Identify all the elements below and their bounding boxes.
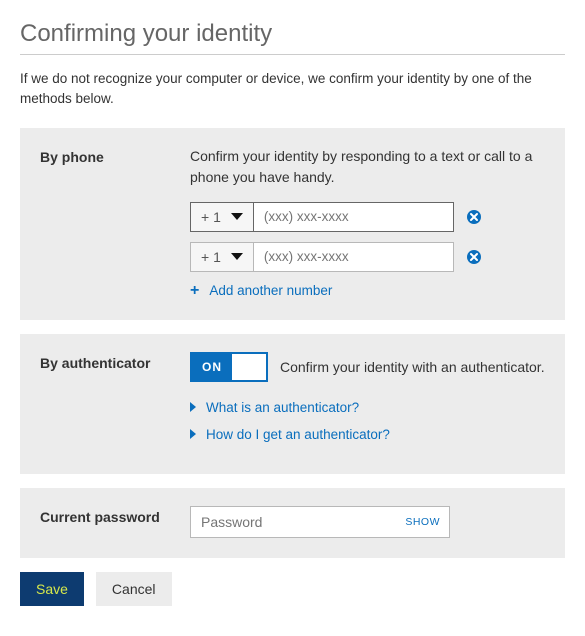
remove-phone-2[interactable] [466, 249, 482, 265]
show-password-button[interactable]: SHOW [405, 506, 440, 538]
add-phone-label: Add another number [209, 283, 332, 298]
close-circle-icon [466, 249, 482, 265]
phone-row-2: + 1 [190, 242, 545, 272]
save-button[interactable]: Save [20, 572, 84, 606]
phone-section-desc: Confirm your identity by responding to a… [190, 146, 545, 188]
how-get-authenticator-label: How do I get an authenticator? [206, 427, 390, 442]
authenticator-panel: By authenticator ON Confirm your identit… [20, 334, 565, 474]
country-code-select-2[interactable]: + 1 [190, 242, 254, 272]
title-divider [20, 54, 565, 55]
phone-section-label: By phone [40, 146, 190, 300]
country-code-value-1: + 1 [201, 209, 221, 225]
how-get-authenticator-link[interactable]: How do I get an authenticator? [190, 427, 545, 442]
authenticator-section-label: By authenticator [40, 352, 190, 454]
toggle-on-label: ON [192, 354, 232, 380]
remove-phone-1[interactable] [466, 209, 482, 225]
chevron-right-icon [190, 402, 196, 412]
country-code-select-1[interactable]: + 1 [190, 202, 254, 232]
page-title: Confirming your identity [20, 20, 565, 48]
chevron-right-icon [190, 429, 196, 439]
plus-icon: + [190, 282, 199, 300]
cancel-button[interactable]: Cancel [96, 572, 172, 606]
toggle-knob [232, 354, 266, 380]
authenticator-toggle[interactable]: ON [190, 352, 268, 382]
phone-input-2[interactable] [254, 242, 454, 272]
phone-row-1: + 1 [190, 202, 545, 232]
phone-input-1[interactable] [254, 202, 454, 232]
country-code-value-2: + 1 [201, 249, 221, 265]
password-panel: Current password SHOW [20, 488, 565, 558]
password-section-label: Current password [40, 506, 190, 538]
what-is-authenticator-link[interactable]: What is an authenticator? [190, 400, 545, 415]
phone-panel: By phone Confirm your identity by respon… [20, 128, 565, 320]
what-is-authenticator-label: What is an authenticator? [206, 400, 359, 415]
chevron-down-icon [231, 253, 243, 260]
action-row: Save Cancel [20, 572, 565, 606]
chevron-down-icon [231, 213, 243, 220]
intro-text: If we do not recognize your computer or … [20, 69, 565, 110]
authenticator-desc: Confirm your identity with an authentica… [280, 359, 545, 375]
add-phone-link[interactable]: + Add another number [190, 282, 545, 300]
close-circle-icon [466, 209, 482, 225]
